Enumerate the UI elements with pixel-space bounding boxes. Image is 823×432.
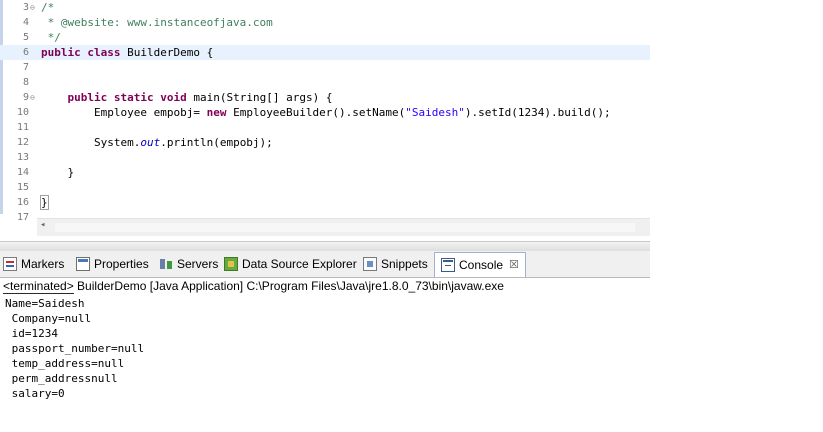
code-token: Employee empobj= <box>41 106 207 119</box>
console-output-line: id=1234 <box>5 327 58 340</box>
tab-label: Snippets <box>381 257 428 271</box>
console-output-line: Company=null <box>5 312 92 325</box>
line-number: 8 <box>22 77 29 88</box>
line-number: 12 <box>16 137 29 148</box>
line-number: 10 <box>16 107 29 118</box>
code-line[interactable]: 7 <box>0 60 650 75</box>
tab-data-source-explorer[interactable]: Data Source Explorer <box>224 255 357 273</box>
code-token: out <box>140 136 161 149</box>
code-text: */ <box>41 30 61 45</box>
code-line[interactable]: 11 <box>0 120 650 135</box>
code-token: /* <box>41 1 55 14</box>
code-token: * @website: www.instanceofjava.com <box>41 16 273 29</box>
code-token: ).setId(1234).build(); <box>464 106 611 119</box>
console-output-line: perm_addressnull <box>5 372 118 385</box>
line-number: 15 <box>16 182 29 193</box>
code-token: EmployeeBuilder().setName( <box>226 106 406 119</box>
code-line[interactable]: 16} <box>0 195 650 210</box>
tab-console[interactable]: Console ☒ <box>434 252 526 277</box>
code-text: /* <box>41 0 54 15</box>
console-output[interactable]: Name=Saidesh Company=null id=1234 passpo… <box>5 296 144 401</box>
tab-console-label: Console <box>459 258 504 272</box>
scroll-left-arrow-icon[interactable]: ◂ <box>40 220 45 230</box>
line-number: 7 <box>22 62 29 73</box>
code-line[interactable]: 14 } <box>0 165 650 180</box>
data-source-explorer-icon <box>224 257 238 271</box>
code-text: } <box>40 195 49 210</box>
tab-label: Servers <box>177 257 219 271</box>
code-editor[interactable]: 3 ⊖/* 4 * @website: www.instanceofjava.com… <box>0 0 650 236</box>
code-line[interactable]: 12 System.out.println(empobj); <box>0 135 650 150</box>
markers-icon <box>3 257 17 271</box>
code-line[interactable]: 6 public class BuilderDemo { <box>0 45 650 60</box>
fold-toggle-icon[interactable]: ⊖ <box>30 90 35 105</box>
code-line[interactable]: 15 <box>0 180 650 195</box>
line-number: 3 <box>22 2 29 13</box>
line-number: 6 <box>22 47 29 58</box>
line-number: 4 <box>22 17 29 28</box>
code-line[interactable]: 5 */ <box>0 30 650 45</box>
code-token: class <box>87 46 121 59</box>
line-number: 13 <box>16 152 29 163</box>
code-token: BuilderDemo { <box>120 46 214 59</box>
tab-servers[interactable]: Servers <box>159 255 218 273</box>
code-text: System.out.println(empobj); <box>41 135 273 150</box>
views-tab-strip: Markers Properties Servers Data Source Expl… <box>0 251 650 278</box>
console-output-line: Name=Saidesh <box>5 297 85 310</box>
code-token: public <box>41 46 81 59</box>
tab-markers[interactable]: Markers <box>3 255 64 273</box>
console-output-line: passport_number=null <box>5 342 145 355</box>
console-icon <box>441 258 455 272</box>
properties-icon <box>76 257 90 271</box>
console-status: <terminated> <box>3 279 74 294</box>
code-token: } <box>40 195 49 210</box>
code-token: } <box>41 166 75 179</box>
fold-toggle-icon[interactable]: ⊖ <box>30 0 35 15</box>
tab-properties[interactable]: Properties <box>76 255 149 273</box>
console-process-info: BuilderDemo [Java Application] C:\Progra… <box>73 279 504 293</box>
code-text: * @website: www.instanceofjava.com <box>41 15 273 30</box>
tab-label: Markers <box>21 257 65 271</box>
line-number: 17 <box>16 212 29 223</box>
code-text: public static void main(String[] args) { <box>41 90 333 105</box>
code-line[interactable]: 4 * @website: www.instanceofjava.com <box>0 15 650 30</box>
code-line[interactable]: 8 <box>0 75 650 90</box>
code-line[interactable]: 3 ⊖ /* <box>0 0 650 15</box>
line-number: 9 <box>22 92 29 103</box>
code-token: System. <box>41 136 141 149</box>
tab-snippets[interactable]: Snippets <box>363 255 428 273</box>
snippets-icon <box>363 257 377 271</box>
code-token: public <box>67 91 108 104</box>
code-token: */ <box>41 31 61 44</box>
code-line[interactable]: 9 ⊖ public static void main(String[] args… <box>0 90 650 105</box>
code-text: public class BuilderDemo { <box>41 45 213 60</box>
servers-icon <box>159 257 173 271</box>
tab-label: Data Source Explorer <box>242 257 357 271</box>
code-text: } <box>41 165 74 180</box>
scrollbar-thumb[interactable] <box>55 223 635 232</box>
code-token: new <box>206 106 227 119</box>
console-output-line: temp_address=null <box>5 357 125 370</box>
code-token: static <box>113 91 154 104</box>
code-token: void <box>160 91 187 104</box>
code-token: "Saidesh" <box>405 106 465 119</box>
line-number: 5 <box>22 32 29 43</box>
code-text: Employee empobj= new EmployeeBuilder().s… <box>41 105 611 120</box>
console-output-line: salary=0 <box>5 387 65 400</box>
console-process-header: <terminated> BuilderDemo [Java Applicati… <box>3 279 543 294</box>
tab-label: Properties <box>94 257 149 271</box>
code-token: .println(empobj); <box>160 136 273 149</box>
code-line[interactable]: 13 <box>0 150 650 165</box>
editor-horizontal-scrollbar[interactable]: ◂ <box>37 218 650 236</box>
close-icon[interactable]: ☒ <box>509 253 519 277</box>
code-token: main(String[] args) { <box>186 91 333 104</box>
line-number: 14 <box>16 167 29 178</box>
line-number: 16 <box>16 197 29 208</box>
code-line[interactable]: 10 Employee empobj= new EmployeeBuilder(… <box>0 105 650 120</box>
line-number: 11 <box>16 122 29 133</box>
